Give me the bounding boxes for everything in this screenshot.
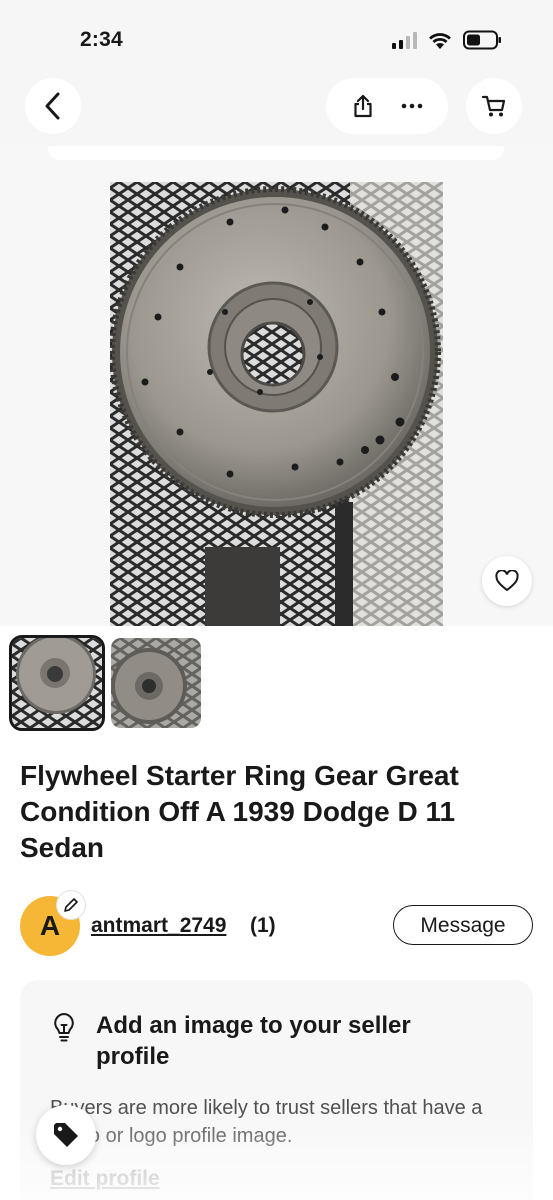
listing-title: Flywheel Starter Ring Gear Great Conditi…: [20, 760, 459, 863]
message-button[interactable]: Message: [393, 905, 533, 945]
thumbnail-photo: [12, 638, 102, 728]
watch-button[interactable]: [482, 556, 532, 606]
seller-row: A antmart_2749 (1) Message: [20, 890, 533, 958]
chevron-left-icon: [45, 92, 60, 120]
edit-avatar-button[interactable]: [56, 890, 86, 920]
seller-name-link[interactable]: antmart_2749: [91, 914, 226, 938]
status-time: 2:34: [80, 28, 123, 51]
cellular-signal-icon: [392, 31, 417, 49]
lightbulb-icon: [54, 1013, 74, 1042]
back-button[interactable]: [25, 78, 81, 134]
thumbnail-strip: [0, 626, 553, 756]
battery-icon: [463, 30, 501, 50]
listing-main-photo[interactable]: [110, 182, 443, 626]
seller-feedback-count: (1): [250, 914, 276, 937]
more-horizontal-icon: [401, 103, 422, 109]
share-icon: [353, 94, 372, 118]
cart-button[interactable]: [466, 78, 522, 134]
avatar-letter: A: [39, 910, 61, 941]
tag-icon: [54, 1123, 78, 1147]
prompt-text: Buyers are more likely to trust sellers …: [50, 1097, 483, 1147]
listing-page: 2:34 Flywheel Starter Ring Gear Great Co…: [0, 0, 553, 1200]
status-icons: [392, 30, 503, 50]
gallery-top-edge: [48, 146, 504, 160]
wifi-icon: [429, 32, 451, 49]
cart-icon: [481, 95, 506, 117]
prompt-title: Add an image to your seller profile: [96, 1012, 411, 1070]
edit-profile-link[interactable]: Edit profile: [50, 1167, 160, 1191]
sell-fab-button[interactable]: [36, 1105, 96, 1165]
seller-profile-prompt: Add an image to your seller profile Buye…: [20, 980, 533, 1200]
thumbnail-photo: [111, 638, 201, 728]
status-bar: 2:34: [0, 0, 553, 70]
action-group: [326, 78, 448, 134]
share-button[interactable]: [343, 86, 383, 126]
pencil-icon: [64, 898, 78, 912]
heart-icon: [495, 570, 519, 592]
more-button[interactable]: [392, 86, 432, 126]
flywheel-photo: [110, 182, 443, 626]
thumbnail-2[interactable]: [111, 638, 201, 728]
thumbnail-1[interactable]: [9, 635, 105, 731]
